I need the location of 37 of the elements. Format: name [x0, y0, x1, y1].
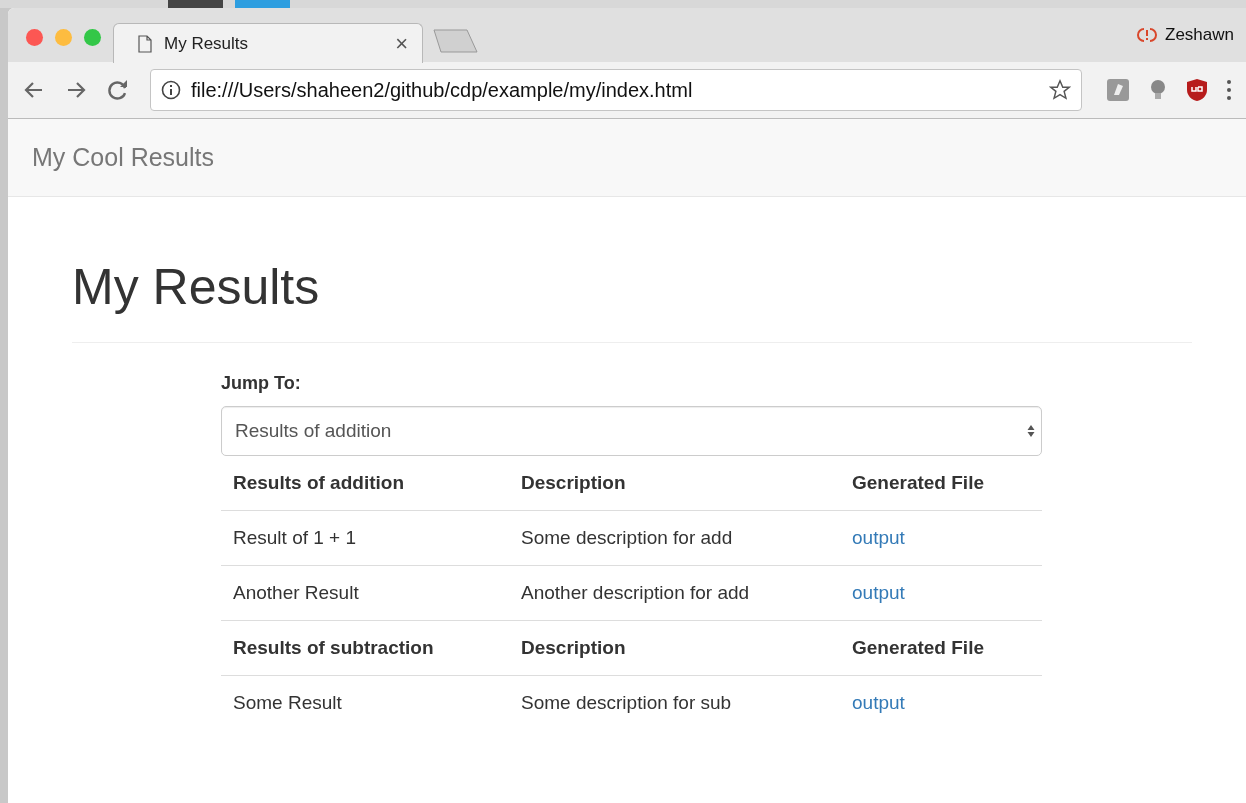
zoom-window-icon[interactable] — [84, 28, 101, 46]
table-cell: Some description for add — [521, 527, 733, 548]
tab-title: My Results — [164, 33, 250, 54]
sync-error-icon[interactable] — [1137, 26, 1157, 44]
table-cell: Some Result — [233, 692, 342, 713]
address-bar[interactable]: file:///Users/shaheen2/github/cdp/example/my/index.html — [150, 69, 1082, 111]
navbar-brand[interactable]: My Cool Results — [32, 143, 214, 172]
extension-icon[interactable] — [1106, 78, 1130, 102]
output-link[interactable]: output — [852, 582, 905, 603]
close-window-icon[interactable] — [26, 28, 43, 46]
column-heading: Generated File — [852, 637, 984, 658]
new-tab-icon[interactable] — [431, 28, 481, 54]
menu-icon[interactable] — [1226, 79, 1232, 101]
document-icon — [138, 34, 152, 53]
browser-tab[interactable]: My Results × — [113, 23, 423, 63]
info-icon — [161, 80, 181, 100]
jump-label: Jump To: — [221, 373, 302, 394]
table-cell: Result of 1 + 1 — [233, 527, 357, 548]
profile-name[interactable]: Zeshawn — [1165, 25, 1234, 45]
jump-select[interactable]: Results of addition — [221, 406, 1042, 456]
table-cell: Another Result — [233, 582, 359, 603]
table-cell: Some description for sub — [521, 692, 732, 713]
column-heading: Generated File — [852, 472, 984, 493]
output-link[interactable]: output — [852, 527, 905, 548]
lightbulb-icon[interactable] — [1148, 79, 1168, 101]
table-cell: Another description for add — [521, 582, 750, 603]
select-arrows-icon — [1027, 424, 1035, 438]
column-heading: Results of addition — [233, 472, 404, 493]
column-heading: Results of subtraction — [233, 637, 434, 658]
output-link[interactable]: output — [852, 692, 905, 713]
page-heading: My Results — [72, 258, 321, 317]
star-icon[interactable] — [1049, 79, 1071, 101]
close-tab-icon[interactable]: × — [395, 30, 408, 57]
column-heading: Description — [521, 472, 626, 493]
column-heading: Description — [521, 637, 626, 658]
shield-icon[interactable] — [1186, 78, 1208, 102]
reload-icon[interactable] — [106, 78, 130, 102]
